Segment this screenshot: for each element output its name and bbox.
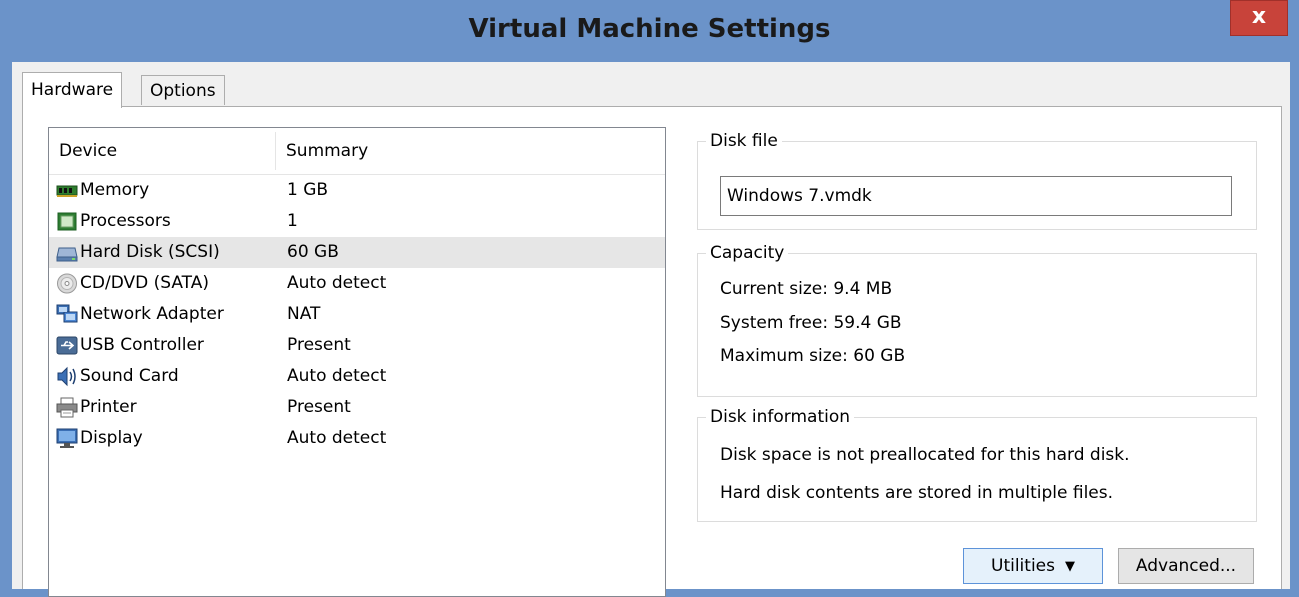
- memory-icon: [56, 185, 78, 197]
- maximum-size-text: Maximum size: 60 GB: [720, 346, 906, 366]
- sound-card-icon: [57, 366, 76, 387]
- tab-hardware[interactable]: Hardware: [22, 72, 123, 108]
- column-header-device[interactable]: Device: [49, 128, 275, 174]
- device-row-cd-dvd[interactable]: CD/DVD (SATA) Auto detect: [49, 268, 665, 299]
- device-name: Hard Disk (SCSI): [80, 242, 220, 262]
- disk-information-group: Disk information Disk space is not preal…: [697, 406, 1257, 522]
- usb-icon: [56, 336, 78, 355]
- device-list[interactable]: Device Summary Memory 1 GB Processors 1 …: [48, 127, 666, 597]
- device-name: Display: [80, 428, 143, 448]
- device-row-hard-disk[interactable]: Hard Disk (SCSI) 60 GB: [49, 237, 665, 268]
- utilities-button[interactable]: Utilities ▼: [963, 548, 1103, 584]
- device-name: USB Controller: [80, 335, 204, 355]
- device-row-sound-card[interactable]: Sound Card Auto detect: [49, 361, 665, 392]
- window-title: Virtual Machine Settings: [468, 14, 831, 44]
- disk-file-input[interactable]: [720, 176, 1232, 216]
- device-list-header: Device Summary: [49, 128, 665, 175]
- device-summary: Auto detect: [287, 366, 387, 386]
- device-name: CD/DVD (SATA): [80, 273, 209, 293]
- device-row-display[interactable]: Display Auto detect: [49, 423, 665, 454]
- device-summary: Auto detect: [287, 273, 387, 293]
- title-bar: Virtual Machine Settings x: [0, 0, 1299, 62]
- device-name: Memory: [80, 180, 150, 200]
- display-icon: [56, 428, 78, 448]
- device-summary: 60 GB: [287, 242, 339, 262]
- hard-disk-icon: [56, 247, 78, 262]
- dialog-client-area: Hardware Options Device Summary Memory 1…: [12, 62, 1290, 597]
- close-button[interactable]: x: [1230, 0, 1288, 36]
- device-summary: 1 GB: [287, 180, 329, 200]
- capacity-group: Capacity Current size: 9.4 MB System fre…: [697, 242, 1257, 397]
- device-name: Processors: [80, 211, 171, 231]
- disk-file-group: Disk file: [697, 130, 1257, 230]
- capacity-legend: Capacity: [706, 242, 789, 264]
- device-row-memory[interactable]: Memory 1 GB: [49, 175, 665, 206]
- device-name: Sound Card: [80, 366, 179, 386]
- network-adapter-icon: [56, 304, 78, 323]
- device-row-usb-controller[interactable]: USB Controller Present: [49, 330, 665, 361]
- device-summary: Present: [287, 397, 351, 417]
- advanced-button[interactable]: Advanced...: [1118, 548, 1254, 584]
- hardware-tab-panel: Device Summary Memory 1 GB Processors 1 …: [22, 106, 1282, 597]
- dropdown-arrow-icon: ▼: [1064, 559, 1075, 574]
- tab-options[interactable]: Options: [141, 75, 225, 105]
- device-row-network-adapter[interactable]: Network Adapter NAT: [49, 299, 665, 330]
- device-name: Network Adapter: [80, 304, 224, 324]
- disk-info-line-2: Hard disk contents are stored in multipl…: [720, 483, 1114, 503]
- device-row-processors[interactable]: Processors 1: [49, 206, 665, 237]
- printer-icon: [56, 397, 78, 418]
- column-header-summary[interactable]: Summary: [276, 128, 665, 174]
- current-size-text: Current size: 9.4 MB: [720, 279, 893, 299]
- device-summary: 1: [287, 211, 298, 231]
- cd-dvd-icon: [57, 273, 77, 294]
- processor-icon: [57, 212, 77, 231]
- device-row-printer[interactable]: Printer Present: [49, 392, 665, 423]
- device-summary: Present: [287, 335, 351, 355]
- disk-information-legend: Disk information: [706, 406, 855, 428]
- system-free-text: System free: 59.4 GB: [720, 313, 902, 333]
- device-name: Printer: [80, 397, 137, 417]
- disk-info-line-1: Disk space is not preallocated for this …: [720, 445, 1130, 465]
- utilities-label: Utilities: [991, 556, 1055, 576]
- device-summary: Auto detect: [287, 428, 387, 448]
- device-summary: NAT: [287, 304, 321, 324]
- disk-file-legend: Disk file: [706, 130, 782, 152]
